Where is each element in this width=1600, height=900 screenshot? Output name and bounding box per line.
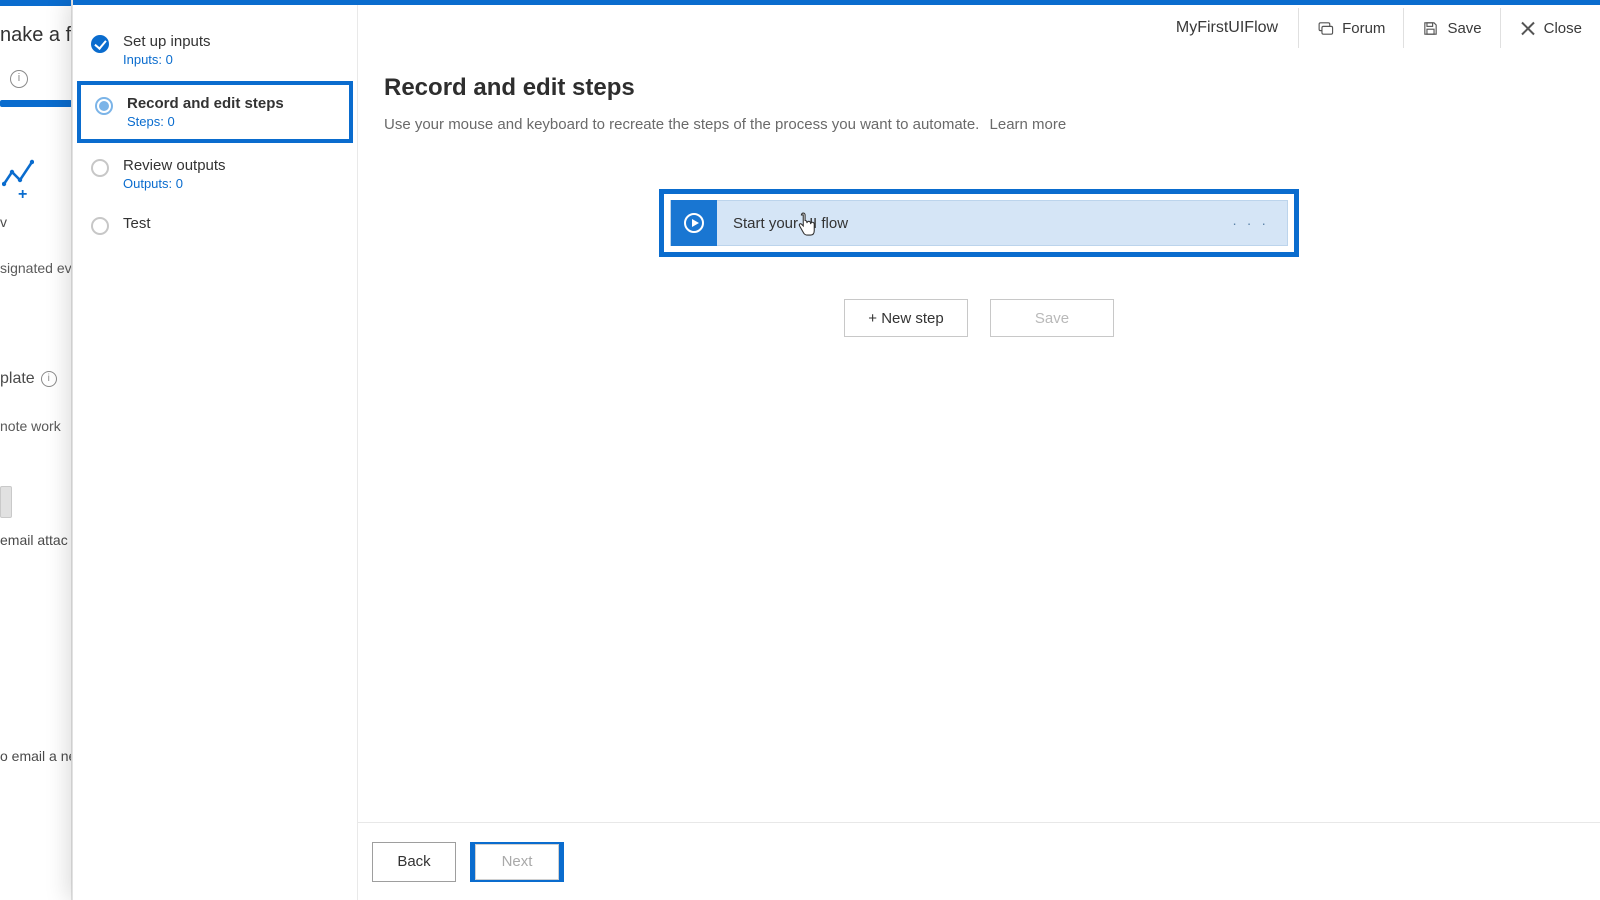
step-indicator-done-icon xyxy=(91,35,109,53)
flow-card-menu-button[interactable]: · · · xyxy=(1214,215,1287,231)
step-title: Record and edit steps xyxy=(127,95,284,112)
main-content: Record and edit steps Use your mouse and… xyxy=(358,56,1600,822)
next-button: Next xyxy=(475,844,559,880)
step-review-outputs[interactable]: Review outputs Outputs: 0 xyxy=(77,147,353,201)
info-icon: i xyxy=(10,70,28,88)
page-heading: Record and edit steps xyxy=(384,74,1574,102)
bg-text-trigger: v xyxy=(0,214,7,230)
wizard-footer: Back Next xyxy=(358,822,1600,900)
flow-name-label: MyFirstUIFlow xyxy=(1156,8,1298,48)
save-step-button: Save xyxy=(990,299,1114,337)
step-subtitle: Inputs: 0 xyxy=(123,52,211,67)
forum-label: Forum xyxy=(1342,20,1385,37)
step-subtitle: Outputs: 0 xyxy=(123,176,226,191)
close-label: Close xyxy=(1544,20,1582,37)
step-record-and-edit[interactable]: Record and edit steps Steps: 0 xyxy=(77,81,353,143)
step-title: Set up inputs xyxy=(123,33,211,50)
close-button[interactable]: Close xyxy=(1500,8,1600,48)
back-button[interactable]: Back xyxy=(372,842,456,882)
save-icon xyxy=(1422,20,1439,37)
learn-more-link[interactable]: Learn more xyxy=(990,116,1067,133)
flow-card-highlight: Start your UI flow · · · xyxy=(659,189,1299,257)
action-row: + New step Save xyxy=(384,299,1574,337)
wizard-steps-sidebar: Set up inputs Inputs: 0 Record and edit … xyxy=(73,5,358,900)
bg-accent-bar xyxy=(0,0,71,6)
step-title: Review outputs xyxy=(123,157,226,174)
step-test[interactable]: Test xyxy=(77,205,353,245)
bg-progress-bar xyxy=(0,100,72,107)
save-button[interactable]: Save xyxy=(1403,8,1499,48)
bg-email-text: o email a ne xyxy=(0,748,72,764)
start-ui-flow-card[interactable]: Start your UI flow · · · xyxy=(670,200,1288,246)
close-icon xyxy=(1519,20,1536,37)
bg-grey-button xyxy=(0,486,12,518)
page-description: Use your mouse and keyboard to recreate … xyxy=(384,116,1574,133)
info-icon: i xyxy=(41,371,57,387)
step-indicator-pending-icon xyxy=(91,217,109,235)
bg-template-row: platei xyxy=(0,370,57,388)
step-subtitle: Steps: 0 xyxy=(127,114,284,129)
step-indicator-active-icon xyxy=(95,97,113,115)
description-text: Use your mouse and keyboard to recreate … xyxy=(384,116,979,133)
bg-template-sub: note work xyxy=(0,418,61,434)
forum-button[interactable]: Forum xyxy=(1298,8,1403,48)
record-icon xyxy=(671,200,717,246)
step-indicator-pending-icon xyxy=(91,159,109,177)
background-page: nake a flo i + v signated even platei no… xyxy=(0,0,72,900)
step-set-up-inputs[interactable]: Set up inputs Inputs: 0 xyxy=(77,23,353,77)
ui-flow-panel: MyFirstUIFlow Forum Save Close Set up in… xyxy=(72,0,1600,900)
chat-icon xyxy=(1317,20,1334,37)
save-label: Save xyxy=(1447,20,1481,37)
step-title: Test xyxy=(123,215,151,232)
plus-icon: + xyxy=(18,186,27,204)
bg-heading: nake a flo xyxy=(0,24,72,47)
new-step-button[interactable]: + New step xyxy=(844,299,968,337)
panel-header: MyFirstUIFlow Forum Save Close xyxy=(1156,8,1600,48)
flow-card-label: Start your UI flow xyxy=(717,215,1214,232)
bg-text-trigger-sub: signated even xyxy=(0,260,72,276)
next-button-highlight: Next xyxy=(470,842,564,882)
bg-attach-text: email attac xyxy=(0,532,68,548)
bg-template-label: plate xyxy=(0,370,35,387)
